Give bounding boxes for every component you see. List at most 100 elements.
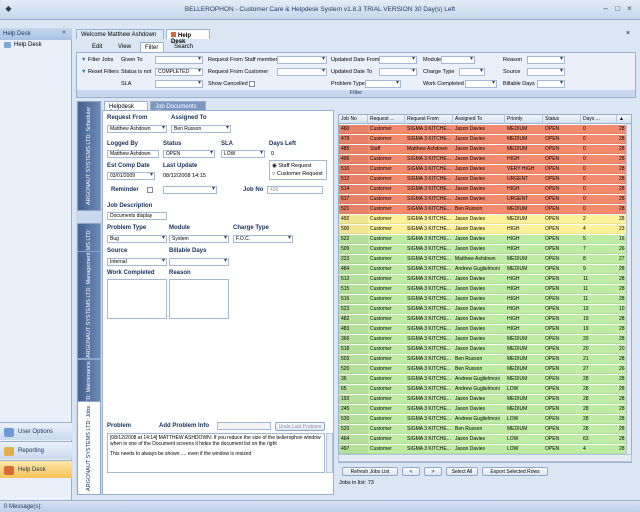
table-row[interactable]: 485 Staff Matthew Ashdown Jason Davies MEDIU… [339,145,631,154]
nav-reporting[interactable]: Reporting [0,441,72,459]
table-row[interactable]: 492 Customer SIGMA 3 KITCHE... Jason Davies… [339,215,631,224]
maximize-icon[interactable]: □ [612,4,623,14]
grid-horizontal-scrollbar[interactable] [338,454,632,462]
job-description-field[interactable]: Documents display [107,212,167,220]
ribbon-tab-search[interactable]: Search [170,42,196,52]
reason-select[interactable] [527,56,565,64]
table-row[interactable]: 518 Customer SIGMA 3 KITCHE... Jason Davies… [339,345,631,354]
est-comp-date-picker[interactable]: 03/01/2009 [107,172,155,180]
reset-filters-button[interactable]: ▼ Reset Filters [81,69,119,75]
close-tab-icon[interactable]: × [626,30,630,37]
table-row[interactable]: 36 Customer SIGMA 3 KITCHE... Andrew Guglie… [339,375,631,384]
customer-request-radio[interactable]: ○ Customer Request [272,171,323,177]
table-row[interactable]: 516 Customer SIGMA 3 KITCHE... Jason Davies… [339,295,631,304]
request-from-select[interactable]: Matthew Ashdown [107,125,167,133]
table-row[interactable]: 223 Customer SIGMA 3 KITCHE... Matthew Ashd… [339,255,631,264]
table-row[interactable]: 509 Customer SIGMA 3 KITCHE... Jason Davies… [339,245,631,254]
close-icon[interactable]: × [624,4,635,14]
nav-user-options[interactable]: User Options [0,422,72,440]
table-row[interactable]: 530 Customer SIGMA 3 KITCHE... Andrew Gugli… [339,415,631,424]
billable-days-select[interactable] [537,80,565,88]
module-select[interactable] [441,56,475,64]
table-row[interactable]: 521 Customer SIGMA 3 KITCHE... Ben Russon ME… [339,205,631,214]
refresh-jobs-button[interactable]: Refresh Jobs List [342,467,398,476]
column-header[interactable]: Status [543,115,581,124]
add-problem-info-field[interactable] [217,422,271,430]
problem-type-select[interactable] [365,80,401,88]
table-row[interactable]: 464 Customer SIGMA 3 KITCHE... Jason Davies… [339,435,631,444]
work-completed-list[interactable] [107,279,167,319]
table-row[interactable]: 522 Customer SIGMA 3 KITCHE... Jason Davies… [339,235,631,244]
next-button[interactable]: > [424,467,442,476]
updated-to-picker[interactable] [379,68,417,76]
table-row[interactable]: 497 Customer SIGMA 3 KITCHE... Jason Davies… [339,445,631,454]
column-header[interactable]: Request From [405,115,453,124]
reminder-date-picker[interactable] [163,186,217,194]
table-row[interactable]: 510 Customer SIGMA 3 KITCHE... Jason Davies… [339,165,631,174]
sla-select[interactable] [155,80,203,88]
undo-last-problem-button[interactable]: Undo Last Problem [275,422,325,431]
table-row[interactable]: 496 Customer SIGMA 3 KITCHE... Jason Davies… [339,155,631,164]
table-row[interactable]: 512 Customer SIGMA 3 KITCHE... Jason Davies… [339,175,631,184]
assigned-to-select[interactable]: Ben Russon [171,125,231,133]
column-header[interactable]: Job No [339,115,368,124]
billable-days-select[interactable] [169,258,229,266]
vtab-jobs[interactable]: ARGONAUT SYSTEMS LTD: Jobs [77,401,101,495]
charge-type-select[interactable]: F.O.C. [233,235,293,243]
tab-help-desk[interactable]: Help Desk [166,29,210,45]
req-customer-select[interactable] [277,68,327,76]
work-completed-select[interactable] [465,80,497,88]
table-row[interactable]: 479 Customer SIGMA 3 KITCHE... Jason Davies… [339,135,631,144]
column-header[interactable]: Request ... [368,115,405,124]
tab-welcome[interactable]: Welcome Matthew Ashdown [76,29,164,39]
nav-help-desk[interactable]: Help Desk [0,460,72,478]
collapse-icon[interactable]: « [62,29,66,36]
table-row[interactable]: 514 Customer SIGMA 3 KITCHE... Jason Davies… [339,185,631,194]
table-row[interactable]: 513 Customer SIGMA 3 KITCHE... Jason Davies… [339,275,631,284]
table-row[interactable]: 483 Customer SIGMA 3 KITCHE... Jason Davies… [339,325,631,334]
sla-select[interactable]: LOW [221,150,265,158]
vtab-management[interactable]: ARGONAUT SYSTEMS LTD: Management [77,251,101,359]
grid-vertical-scrollbar[interactable] [626,124,631,462]
ribbon-tab-edit[interactable]: Edit [88,42,108,52]
staff-request-radio[interactable]: ◉ Staff Request [272,163,312,169]
previous-button[interactable]: < [402,467,420,476]
table-row[interactable]: 515 Customer SIGMA 3 KITCHE... Jason Davies… [339,285,631,294]
table-row[interactable]: 484 Customer SIGMA 3 KITCHE... Andrew Gugli… [339,265,631,274]
table-row[interactable]: 193 Customer SIGMA 3 KITCHE... Jason Davies… [339,395,631,404]
table-row[interactable]: 366 Customer SIGMA 3 KITCHE... Jason Davies… [339,335,631,344]
tree-item-help-desk[interactable]: Help Desk [2,42,42,48]
table-row[interactable]: 500 Customer SIGMA 3 KITCHE... Jason Davies… [339,225,631,234]
column-header[interactable]: Assigned To [453,115,505,124]
problem-scrollbar[interactable] [326,433,333,473]
table-row[interactable]: 523 Customer SIGMA 3 KITCHE... Jason Davies… [339,305,631,314]
updated-from-picker[interactable] [379,56,417,64]
reminder-checkbox[interactable] [147,187,153,193]
ribbon-tab-filter[interactable]: Filter [140,42,164,52]
table-row[interactable]: 482 Customer SIGMA 3 KITCHE... Jason Davies… [339,315,631,324]
given-to-select[interactable] [155,56,203,64]
charge-type-select[interactable] [459,68,485,76]
reason-list[interactable] [169,279,229,319]
filter-jobs-button[interactable]: ▼ Filter Jobs [81,57,113,63]
minimize-icon[interactable]: – [600,4,611,14]
table-row[interactable]: 245 Customer SIGMA 3 KITCHE... Jason Davies… [339,405,631,414]
column-header[interactable]: ▲ [617,115,631,124]
status-is-not-select[interactable]: COMPLETED [155,68,203,76]
export-selected-button[interactable]: Export Selected Rows [482,467,548,476]
table-row[interactable]: 520 Customer SIGMA 3 KITCHE... Ben Russon ME… [339,365,631,374]
select-all-button[interactable]: Select All [446,467,478,476]
source-select[interactable] [527,68,565,76]
table-row[interactable]: 517 Customer SIGMA 3 KITCHE... Jason Davies… [339,195,631,204]
table-row[interactable]: 460 Customer SIGMA 3 KITCHE... Jason Davies… [339,125,631,134]
problem-type-select[interactable]: Bug [107,235,167,243]
column-header[interactable]: Priority [505,115,543,124]
module-select[interactable]: System [169,235,229,243]
table-row[interactable]: 65 Customer SIGMA 3 KITCHE... Andrew Guglie… [339,385,631,394]
ribbon-tab-view[interactable]: View [114,42,136,52]
table-row[interactable]: 503 Customer SIGMA 3 KITCHE... Ben Russon ME… [339,355,631,364]
req-staff-select[interactable] [277,56,327,64]
status-select[interactable]: OPEN [163,150,215,158]
show-cancelled-checkbox[interactable] [249,81,255,87]
column-header[interactable]: Days ... [581,115,617,124]
